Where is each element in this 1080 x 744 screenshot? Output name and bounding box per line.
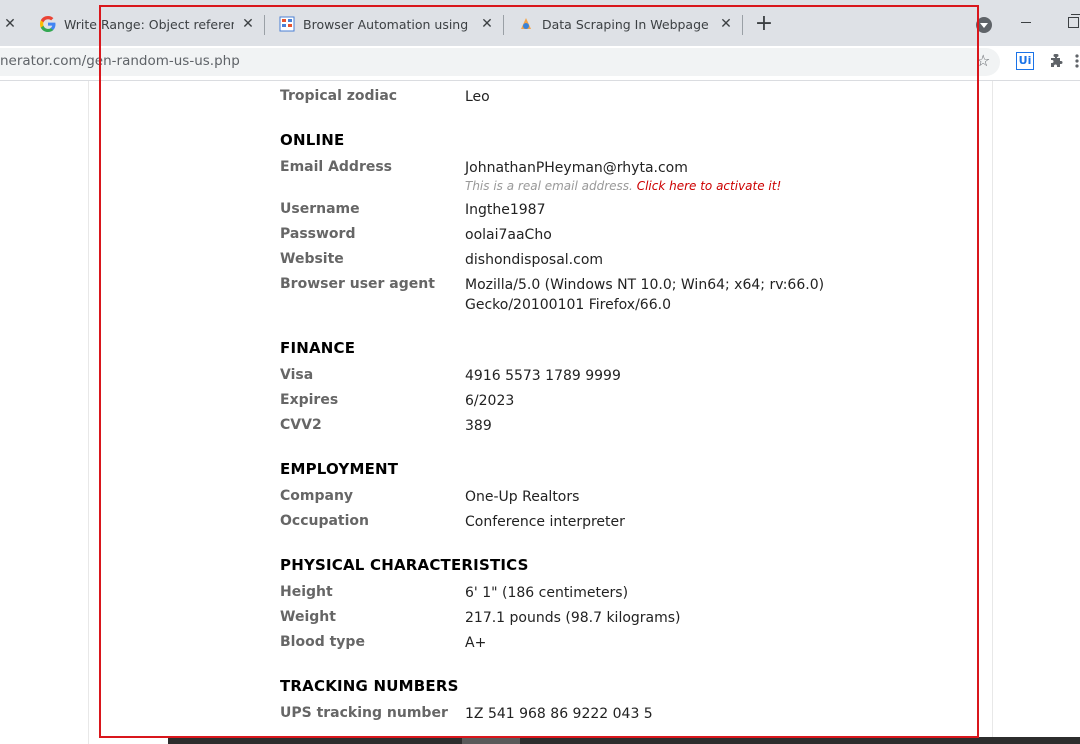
weight-value: 217.1 pounds (98.7 kilograms) <box>465 610 681 626</box>
company-value: One-Up Realtors <box>465 489 580 505</box>
close-icon[interactable]: ✕ <box>479 16 495 32</box>
ups-tracking-value: 1Z 541 968 86 9222 043 5 <box>465 706 653 722</box>
expires-label: Expires <box>280 392 339 408</box>
uipath-docs-icon <box>521 18 531 29</box>
tab-title: Write Range: Object reference no <box>64 16 234 32</box>
blood-type-label: Blood type <box>280 634 365 650</box>
cvv2-label: CVV2 <box>280 417 322 433</box>
close-icon[interactable]: ✕ <box>2 16 18 32</box>
section-tracking-title: TRACKING NUMBERS <box>280 677 459 695</box>
content-border-left <box>88 81 89 744</box>
height-value: 6' 1" (186 centimeters) <box>465 585 629 601</box>
extensions-puzzle-icon[interactable] <box>1048 52 1066 70</box>
uipath-forum-icon <box>279 16 295 32</box>
username-label: Username <box>280 201 360 217</box>
section-finance-title: FINANCE <box>280 339 356 357</box>
tab-search-icon[interactable] <box>976 17 992 33</box>
company-label: Company <box>280 488 354 504</box>
uipath-extension-icon[interactable]: Ui <box>1016 52 1034 70</box>
email-note-text: This is a real email address. <box>465 179 633 193</box>
password-value: oolai7aaCho <box>465 227 552 243</box>
section-online-title: ONLINE <box>280 131 345 149</box>
bookmark-star-icon[interactable]: ☆ <box>976 51 990 71</box>
tropical-zodiac-value: Leo <box>465 89 490 105</box>
email-label: Email Address <box>280 159 393 175</box>
visa-label: Visa <box>280 367 314 383</box>
website-label: Website <box>280 251 344 267</box>
tab-title: Browser Automation using UiPath <box>303 16 473 32</box>
tab-write-range[interactable]: Write Range: Object reference no ✕ <box>28 8 264 40</box>
tab-separator <box>503 15 504 35</box>
taskbar <box>168 737 1080 744</box>
section-physical-title: PHYSICAL CHARACTERISTICS <box>280 556 529 574</box>
tab-title: Data Scraping In Webpage Autom <box>542 16 712 32</box>
toolbar: nerator.com/gen-random-us-us.php ☆ Ui <box>0 46 1080 81</box>
new-tab-button[interactable]: + <box>752 12 776 36</box>
tropical-zodiac-label: Tropical zodiac <box>280 88 398 104</box>
occupation-label: Occupation <box>280 513 370 529</box>
user-agent-value-line1: Mozilla/5.0 (Windows NT 10.0; Win64; x64… <box>465 277 825 293</box>
url-text[interactable]: nerator.com/gen-random-us-us.php <box>0 53 240 69</box>
email-note: This is a real email address. Click here… <box>465 179 781 193</box>
cvv2-value: 389 <box>465 418 492 434</box>
user-agent-value-line2: Gecko/20100101 Firefox/66.0 <box>465 297 671 313</box>
visa-value: 4916 5573 1789 9999 <box>465 368 621 384</box>
tab-separator <box>742 15 743 35</box>
close-icon[interactable]: ✕ <box>718 16 734 32</box>
blood-type-value: A+ <box>465 635 487 651</box>
height-label: Height <box>280 584 333 600</box>
maximize-button[interactable] <box>1068 14 1080 28</box>
user-agent-label: Browser user agent <box>280 276 435 292</box>
password-label: Password <box>280 226 356 242</box>
menu-more-icon[interactable] <box>1074 52 1080 70</box>
content-border-right <box>992 81 993 744</box>
address-bar[interactable]: nerator.com/gen-random-us-us.php <box>0 48 1000 76</box>
username-value: Ingthe1987 <box>465 202 546 218</box>
section-employment-title: EMPLOYMENT <box>280 460 399 478</box>
weight-label: Weight <box>280 609 336 625</box>
taskbar-active-item[interactable] <box>462 737 520 744</box>
email-value: JohnathanPHeyman@rhyta.com <box>465 160 688 176</box>
close-icon[interactable]: ✕ <box>240 16 256 32</box>
tab-separator <box>264 15 265 35</box>
occupation-value: Conference interpreter <box>465 514 625 530</box>
website-value: dishondisposal.com <box>465 252 604 268</box>
tab-data-scraping[interactable]: Data Scraping In Webpage Autom ✕ <box>506 8 742 40</box>
tab-strip: ✕ Write Range: Object reference no ✕ Bro… <box>0 0 1080 46</box>
activate-email-link[interactable]: Click here to activate it! <box>637 179 782 193</box>
expires-value: 6/2023 <box>465 393 515 409</box>
minimize-button[interactable] <box>1021 22 1031 23</box>
tab-browser-automation[interactable]: Browser Automation using UiPath ✕ <box>267 8 503 40</box>
ups-tracking-label: UPS tracking number <box>280 705 448 721</box>
google-icon <box>40 16 56 32</box>
